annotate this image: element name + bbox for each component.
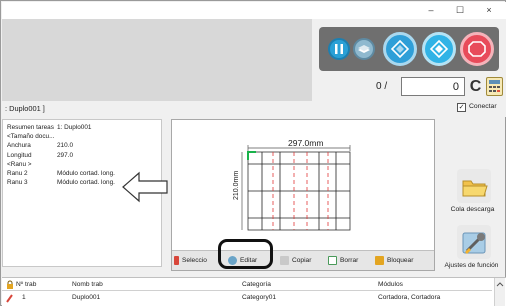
job-info-bar: : Duplo001 ] ✓ Conectar (2, 101, 506, 117)
width-dimension-label: 297.0mm (288, 138, 323, 148)
property-key: Resumen tareas (7, 124, 54, 131)
settings-wrench-icon (462, 232, 486, 254)
delete-label: Borrar (340, 257, 359, 264)
row-num: 1 (22, 294, 26, 301)
counter-total-field[interactable]: 0 (401, 77, 465, 96)
column-header-category[interactable]: Categoría (242, 279, 271, 290)
pause-button[interactable] (328, 38, 350, 60)
feed-button[interactable] (353, 38, 375, 60)
diamond-icon (390, 39, 410, 59)
select-button[interactable]: Seleccio (174, 254, 207, 268)
function-settings-label: Ajustes de función (444, 262, 499, 269)
lock-label: Bloquear (387, 257, 414, 264)
property-row: Anchura 210.0 (7, 141, 73, 150)
folder-icon (462, 180, 488, 197)
column-header-num[interactable]: Nº trab (16, 279, 36, 290)
row-name: Duplo001 (72, 294, 101, 301)
row-modules: Cortadora, Cortadora (378, 294, 441, 301)
delete-icon (328, 255, 337, 265)
arrow-left-icon (122, 171, 168, 203)
minimize-button[interactable]: – (416, 2, 446, 19)
property-row: <Ranu > (7, 160, 57, 169)
pause-icon (335, 44, 343, 54)
status-area (2, 19, 312, 101)
job-counter: 0 / 0 C (312, 75, 506, 99)
calculator-button[interactable] (486, 77, 503, 96)
property-value: Módulo cortad. long. (57, 170, 115, 177)
table-scrollbar[interactable] (494, 278, 505, 306)
side-actions: Cola descarga Ajustes de función (437, 119, 506, 269)
header-divider (2, 290, 492, 291)
machine-control-panel (319, 27, 499, 71)
preview-toolbar: Seleccio Editar Copiar Borrar Bloquear (172, 250, 434, 270)
edit-highlight-frame (218, 239, 273, 269)
select-label: Seleccio (182, 257, 207, 264)
property-key: Longitud (7, 151, 32, 159)
lock-small-icon (7, 280, 13, 289)
property-value: Módulo cortad. long. (57, 179, 115, 187)
function-settings-button[interactable] (457, 225, 491, 259)
property-key: Anchura (7, 142, 31, 150)
property-row: Ranu 2 Módulo cortad. long. (7, 169, 115, 178)
pin-icon (6, 294, 13, 303)
copy-icon (280, 255, 289, 265)
paper-stack-icon (358, 45, 370, 53)
connect-label: Conectar (469, 103, 497, 110)
start-diamond-icon (429, 39, 449, 59)
chevron-up-icon (496, 282, 504, 287)
download-queue-label: Cola descarga (450, 206, 495, 213)
property-row: Resumen tareas 1: Duplo001 (7, 123, 91, 132)
lock-icon (375, 255, 384, 265)
maximize-button[interactable]: ☐ (445, 2, 475, 19)
start-button[interactable] (422, 32, 456, 66)
test-button[interactable] (383, 32, 417, 66)
stop-icon (468, 41, 486, 57)
column-header-name[interactable]: Nomb trab (72, 279, 103, 290)
property-row: Longitud 297.0 (7, 151, 73, 160)
height-dimension-label: 210.0mm (233, 171, 240, 200)
copy-button[interactable]: Copiar (280, 254, 311, 268)
stop-button[interactable] (460, 32, 494, 66)
property-row: Ranu 3 Módulo cortad. long. (7, 178, 115, 187)
property-value: 210.0 (57, 142, 73, 150)
column-header-modules[interactable]: Módulos (378, 279, 403, 290)
layout-preview: 297.0mm 210.0mm Seleccio Editar Copiar B… (171, 119, 435, 271)
property-key: Ranu 2 (7, 170, 28, 177)
property-value: 1: Duplo001 (57, 124, 92, 131)
clear-button[interactable]: C (467, 76, 484, 97)
property-row: <Tamaño docu... (7, 132, 57, 141)
pin-icon (174, 255, 179, 265)
sheet-diagram: 297.0mm 210.0mm (233, 138, 351, 231)
property-key: <Tamaño docu... (7, 133, 55, 141)
property-value: 297.0 (57, 151, 73, 159)
lock-button[interactable]: Bloquear (375, 254, 413, 268)
copy-label: Copiar (292, 257, 312, 264)
job-table: Nº trab Nomb trab Categoría Módulos 1 Du… (2, 277, 506, 306)
app-window: – ☐ × 0 / 0 C: Duplo001] ✓ Conectar Re… (0, 0, 506, 306)
download-queue-button[interactable] (457, 169, 491, 203)
delete-button[interactable]: Borrar (328, 254, 358, 268)
job-title: : Duplo001 ] (5, 104, 45, 113)
counter-current: 0 / (376, 81, 388, 92)
title-bar: – ☐ × (2, 2, 506, 19)
connect-checkbox[interactable]: ✓ (457, 103, 466, 112)
property-key: Ranu 3 (7, 179, 28, 187)
property-key: <Ranu > (7, 160, 32, 168)
row-category: Category01 (242, 294, 277, 301)
close-button[interactable]: × (474, 2, 504, 19)
calculator-icon (489, 80, 500, 92)
